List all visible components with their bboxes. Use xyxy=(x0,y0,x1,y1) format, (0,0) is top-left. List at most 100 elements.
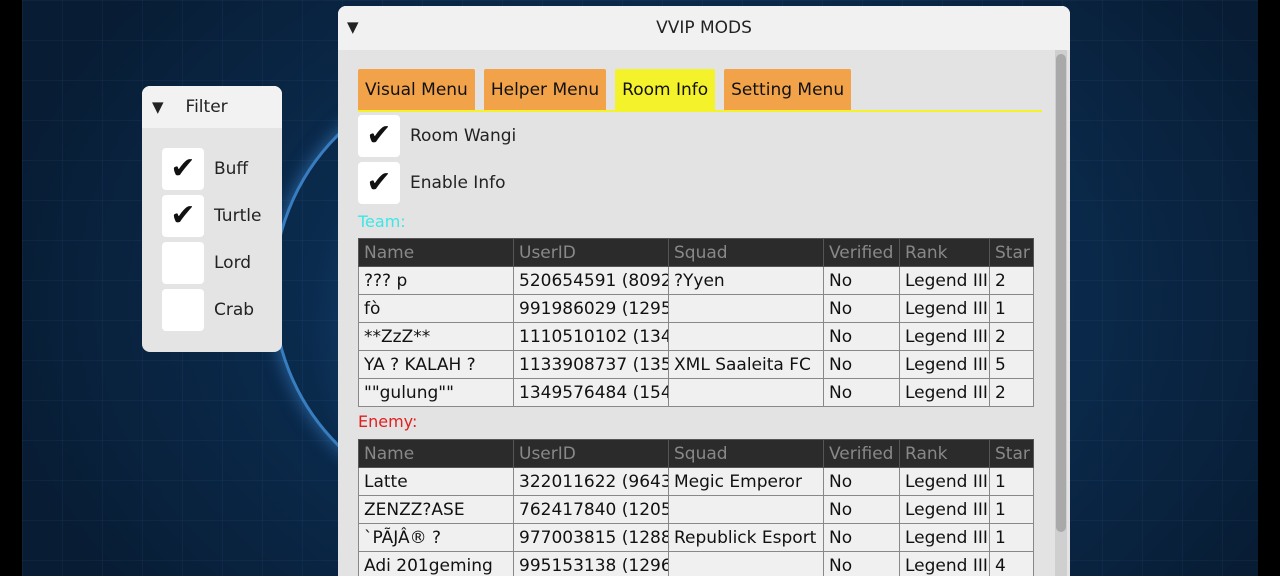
enable-info-checkbox[interactable]: ✔ xyxy=(358,162,400,204)
cell-name: fò xyxy=(358,294,514,323)
crab-checkbox[interactable] xyxy=(162,289,204,331)
table-row: ""gulung"" 1349576484 (15412 No Legend I… xyxy=(358,378,1034,407)
cell-squad xyxy=(668,322,824,351)
column-header-squad: Squad xyxy=(668,439,824,468)
tab-visual-menu[interactable]: Visual Menu xyxy=(358,69,475,110)
filter-list: ✔ Buff ✔ Turtle Lord Crab xyxy=(142,128,282,331)
window-title: VVIP MODS xyxy=(656,18,752,38)
cell-squad: XML Saaleita FC xyxy=(668,350,824,379)
column-header-name: Name xyxy=(358,238,514,267)
cell-name: Latte xyxy=(358,467,514,496)
cell-rank: Legend III xyxy=(899,467,990,496)
cell-rank: Legend III xyxy=(899,322,990,351)
column-header-squad: Squad xyxy=(668,238,824,267)
table-row: Latte 322011622 (9643) Megic Emperor No … xyxy=(358,467,1034,496)
cell-star: 4 xyxy=(989,551,1034,576)
filter-panel: ▼ Filter ✔ Buff ✔ Turtle Lord Crab xyxy=(142,86,282,352)
cell-userid: 762417840 (12053 xyxy=(513,495,669,524)
cell-squad xyxy=(668,378,824,407)
cell-verified: No xyxy=(823,294,900,323)
table-header-row: Name UserID Squad Verified Rank Star xyxy=(358,439,1034,468)
vvip-mods-window: ▼ VVIP MODS Visual Menu Helper Menu Room… xyxy=(338,6,1070,576)
cell-star: 1 xyxy=(989,294,1034,323)
team-table: Name UserID Squad Verified Rank Star ???… xyxy=(358,238,1034,407)
cell-rank: Legend III xyxy=(899,266,990,295)
cell-userid: 977003815 (12883) xyxy=(513,523,669,552)
cell-name: **ZzZ** xyxy=(358,322,514,351)
cell-name: ??? p xyxy=(358,266,514,295)
column-header-name: Name xyxy=(358,439,514,468)
tab-setting-menu[interactable]: Setting Menu xyxy=(724,69,852,110)
vertical-scrollbar[interactable] xyxy=(1055,50,1067,576)
filter-item-buff[interactable]: ✔ Buff xyxy=(162,148,282,190)
check-icon: ✔ xyxy=(366,118,392,153)
lord-checkbox[interactable] xyxy=(162,242,204,284)
cell-name: `PÃJÂ® ? xyxy=(358,523,514,552)
table-header-row: Name UserID Squad Verified Rank Star xyxy=(358,238,1034,267)
table-row: Adi 201geming 995153138 (12965) No Legen… xyxy=(358,551,1034,576)
option-room-wangi[interactable]: ✔ Room Wangi xyxy=(358,115,516,157)
cell-name: ""gulung"" xyxy=(358,378,514,407)
table-row: YA ? KALAH ? 1133908737 (13578 XML Saale… xyxy=(358,350,1034,379)
cell-star: 1 xyxy=(989,495,1034,524)
cell-verified: No xyxy=(823,467,900,496)
cell-name: ZENZZ?ASE xyxy=(358,495,514,524)
window-header[interactable]: ▼ VVIP MODS xyxy=(338,6,1070,50)
scrollbar-thumb[interactable] xyxy=(1056,54,1066,532)
collapse-triangle-icon[interactable]: ▼ xyxy=(347,18,359,36)
tab-helper-menu[interactable]: Helper Menu xyxy=(483,69,607,110)
table-row: ZENZZ?ASE 762417840 (12053 No Legend III… xyxy=(358,495,1034,524)
cell-rank: Legend III xyxy=(899,523,990,552)
cell-star: 5 xyxy=(989,350,1034,379)
filter-header[interactable]: ▼ Filter xyxy=(142,86,282,128)
cell-verified: No xyxy=(823,378,900,407)
cell-squad xyxy=(668,495,824,524)
cell-verified: No xyxy=(823,523,900,552)
buff-checkbox[interactable]: ✔ xyxy=(162,148,204,190)
cell-star: 2 xyxy=(989,266,1034,295)
room-wangi-checkbox[interactable]: ✔ xyxy=(358,115,400,157)
cell-userid: 995153138 (12965) xyxy=(513,551,669,576)
cell-squad xyxy=(668,551,824,576)
cell-userid: 1349576484 (15412 xyxy=(513,378,669,407)
cell-userid: 322011622 (9643) xyxy=(513,467,669,496)
cell-verified: No xyxy=(823,495,900,524)
cell-verified: No xyxy=(823,266,900,295)
cell-squad: Megic Emperor xyxy=(668,467,824,496)
cell-squad: Republick Esport xyxy=(668,523,824,552)
cell-rank: Legend III xyxy=(899,551,990,576)
column-header-userid: UserID xyxy=(513,439,669,468)
tab-room-info[interactable]: Room Info xyxy=(615,69,716,110)
cell-name: Adi 201geming xyxy=(358,551,514,576)
table-row: fò 991986029 (12957) No Legend III 1 xyxy=(358,294,1034,323)
turtle-checkbox[interactable]: ✔ xyxy=(162,195,204,237)
column-header-rank: Rank xyxy=(899,238,990,267)
cell-rank: Legend III xyxy=(899,294,990,323)
cell-star: 2 xyxy=(989,378,1034,407)
filter-item-turtle[interactable]: ✔ Turtle xyxy=(162,195,282,237)
cell-userid: 1110510102 (13468 xyxy=(513,322,669,351)
cell-star: 1 xyxy=(989,467,1034,496)
filter-item-lord[interactable]: Lord xyxy=(162,242,282,284)
filter-item-crab[interactable]: Crab xyxy=(162,289,282,331)
table-row: `PÃJÂ® ? 977003815 (12883) Republick Esp… xyxy=(358,523,1034,552)
check-icon: ✔ xyxy=(366,165,392,200)
column-header-star: Star xyxy=(989,238,1034,267)
column-header-rank: Rank xyxy=(899,439,990,468)
cell-rank: Legend III xyxy=(899,378,990,407)
cell-verified: No xyxy=(823,551,900,576)
cell-star: 2 xyxy=(989,322,1034,351)
cell-squad xyxy=(668,294,824,323)
cell-userid: 991986029 (12957) xyxy=(513,294,669,323)
cell-rank: Legend III xyxy=(899,350,990,379)
cell-squad: ?Yyen xyxy=(668,266,824,295)
check-icon: ✔ xyxy=(170,198,196,233)
cell-name: YA ? KALAH ? xyxy=(358,350,514,379)
option-label: Room Wangi xyxy=(410,126,517,146)
check-icon: ✔ xyxy=(170,151,196,186)
team-section-label: Team: xyxy=(358,212,406,231)
option-enable-info[interactable]: ✔ Enable Info xyxy=(358,162,505,204)
filter-item-label: Turtle xyxy=(214,206,262,226)
column-header-userid: UserID xyxy=(513,238,669,267)
collapse-triangle-icon[interactable]: ▼ xyxy=(152,98,164,116)
